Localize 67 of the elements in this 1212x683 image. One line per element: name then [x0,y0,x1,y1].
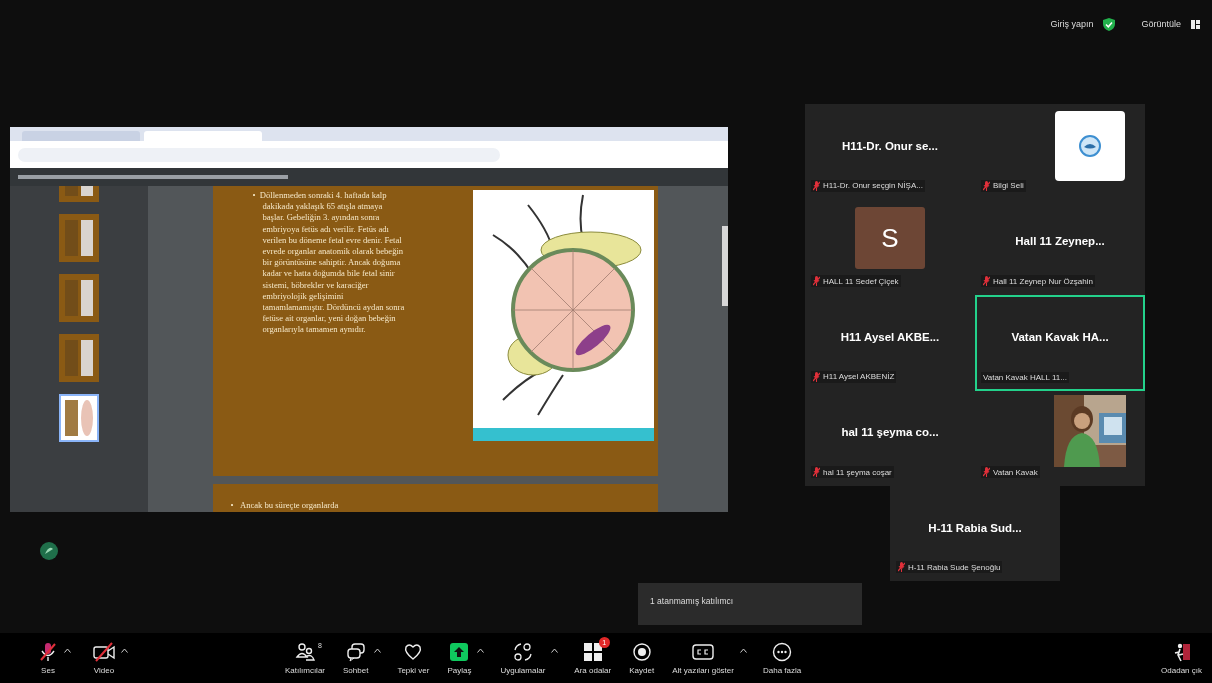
slide-thumbnail[interactable] [59,334,99,382]
muted-mic-icon [983,467,990,477]
toolbar-button[interactable]: Uygulamalar [498,639,548,677]
participant-label: Hall 11 Zeynep Nur Özşahin [993,276,1093,286]
slide-thumbnail[interactable] [59,186,99,202]
participant-name: hal 11 şeyma co... [841,426,939,439]
muted-mic-icon [898,562,905,572]
shield-check-icon [1103,17,1116,31]
microphone-icon [38,641,58,662]
participant-name: H11-Dr. Onur se... [842,139,938,152]
muted-mic-icon [983,276,990,286]
slide-text: • Döllenmeden sonraki 4. haftada kalp dakikada yaklaşık 65 atışla atmaya başlar. Gebeliğin 3. ayından sonra embriyoya fetüs adı verilir. Fetüs adı verilen bu döneme fetal evre denir. Fetal evrede organlar anatomik olarak bebeğin bir görüntüsüne sahiptir. Ancak doğuma kadar ve hatta doğumda bile fetal sinir sistemi, böbrekler ve karaciğer embriyolojik gelişimini tamamlamamıştır. Dördüncü aydan sonra fetüse ait organlar, yeni doğan bebeğin organlarıyla tamamen aynıdır. [252,190,405,337]
caret-icon[interactable] [121,647,128,653]
apps-icon [512,641,533,662]
muted-mic-icon [813,276,820,286]
record-icon [631,641,652,662]
toolbar-button[interactable]: Odadan çık [1159,639,1204,677]
more-icon [772,641,793,662]
grid-icon [582,641,603,662]
muted-mic-icon [813,467,820,477]
scrollbar[interactable] [722,226,728,306]
toolbar-button[interactable]: Paylaş [445,639,474,677]
heart-icon [403,641,424,662]
participant-label: Vatan Kavak HALL 11... [983,372,1067,382]
toolbar-button[interactable]: Sohbet [341,639,371,677]
participant-name: Hall 11 Zeynep... [1015,235,1105,248]
sign-in-link[interactable]: Giriş yapın [1050,19,1094,29]
slide-text: • Ancak bu süreçte organlarda [230,500,339,510]
slide-thumbnail[interactable] [59,274,99,322]
toolbar-button[interactable]: Alt yazıları göster [670,639,736,677]
participant-label: H11-Dr. Onur seçgin NİŞA... [823,181,923,190]
caret-icon[interactable] [374,647,382,653]
caret-icon[interactable] [739,647,747,653]
share-icon [449,641,470,662]
caret-icon[interactable] [64,647,71,653]
caret-icon[interactable] [551,647,559,653]
avatar-initial: S [855,207,925,270]
grid-icon[interactable] [1191,19,1200,29]
toolbar-button[interactable]: Video [91,639,117,677]
slide-thumbnail[interactable] [59,394,99,442]
captions-icon [692,641,715,662]
toolbar-button[interactable]: Ses [36,639,60,677]
participant-label: H11 Aysel AKBENİZ [823,372,895,381]
logo-icon [1079,134,1101,157]
muted-mic-icon [813,371,820,382]
toolbar-button[interactable]: Daha fazla [760,639,804,677]
people-icon [295,641,315,662]
participant-label: Vatan Kavak [993,467,1038,477]
participant-label: H-11 Rabia Sude Şenoğlu [908,562,1001,572]
chat-bubbles-icon [345,641,366,662]
muted-mic-icon [813,180,820,191]
participant-name: H11 Aysel AKBE... [840,330,940,343]
participant-label: hal 11 şeyma coşar [823,467,892,477]
slide-thumbnail[interactable] [59,214,99,262]
camera-icon [93,641,115,662]
caret-icon[interactable] [477,647,485,653]
participant-label: Bilgi Seli [993,181,1024,190]
muted-mic-icon [983,180,990,191]
participant-tile[interactable]: Vatan Kavak HA... Vatan Kavak HALL 11... [975,295,1145,391]
view-button[interactable]: Görüntüle [1141,19,1181,29]
app-icon[interactable] [40,542,58,560]
toolbar-button[interactable]: Tepki ver [395,639,432,677]
toolbar-button[interactable]: Kaydet [627,639,657,677]
participant-label: HALL 11 Sedef Çiçek [823,276,899,286]
participant-name: H-11 Rabia Sud... [928,521,1022,534]
participant-name: Vatan Kavak HA... [1011,330,1109,343]
tooltip-text: 1 atanmamış katılımcı [650,596,734,606]
